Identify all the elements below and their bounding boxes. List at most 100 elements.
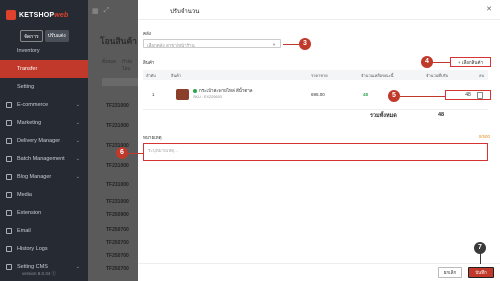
column-header: สินค้า bbox=[171, 72, 182, 78]
product-name: กระเป๋าสะพายไหล่ สีน้ำตาล bbox=[193, 87, 253, 94]
version-text: version 8.0.34 ⓒ bbox=[22, 271, 57, 276]
truck-icon bbox=[6, 138, 12, 144]
sidebar-item-label: Batch Management bbox=[17, 156, 65, 162]
table-header: ลำดับ สินค้า ราคาขาย จำนวนเหลือขณะนี้ จำ… bbox=[143, 70, 488, 80]
sidebar-item-label: Setting CMS bbox=[17, 264, 48, 270]
product-image bbox=[176, 89, 189, 100]
puzzle-icon bbox=[6, 210, 12, 216]
close-icon[interactable]: ✕ bbox=[486, 5, 492, 13]
grid-icon: ▦ bbox=[92, 8, 99, 15]
sidebar-item-marketing[interactable]: Marketing ⌄ bbox=[0, 114, 88, 132]
gear-icon bbox=[6, 264, 12, 270]
total-value: 48 bbox=[438, 112, 445, 118]
sidebar-item-label: Media bbox=[17, 192, 32, 198]
column-header: ลบ bbox=[479, 72, 484, 78]
total-label: รวมทั้งหมด bbox=[370, 113, 397, 119]
row-index: 1 bbox=[152, 92, 155, 97]
status-dot-icon bbox=[193, 88, 197, 93]
table-row[interactable]: TF250700 bbox=[106, 240, 129, 246]
product-price: 695.00 bbox=[311, 92, 325, 97]
note-textarea[interactable]: ระบุหมายเหตุ... bbox=[143, 143, 488, 161]
column-header: จำนวนเหลือขณะนี้ bbox=[361, 72, 394, 78]
table-row[interactable]: TF250700 bbox=[106, 227, 129, 233]
warehouse-select[interactable]: เลือกคลัง สาขา/หน้าร้าน ▼ bbox=[143, 39, 281, 48]
chevron-down-icon: ⌄ bbox=[75, 174, 80, 180]
logo: KETSHOPweb bbox=[0, 0, 88, 30]
product-sku: SKU : EX220693 bbox=[193, 95, 222, 99]
sidebar-item-blog-manager[interactable]: Blog Manager ⌄ bbox=[0, 168, 88, 186]
sidebar-item-label: Inventory bbox=[17, 48, 40, 54]
blog-icon bbox=[6, 174, 12, 180]
note-placeholder: ระบุหมายเหตุ... bbox=[148, 148, 178, 153]
image-icon bbox=[6, 192, 12, 198]
chevron-down-icon: ⌄ bbox=[75, 138, 80, 144]
table-row[interactable]: TF231000 bbox=[106, 123, 129, 129]
note-counter: 0/500 bbox=[478, 134, 490, 139]
logo-icon bbox=[6, 10, 16, 20]
sidebar-item-history-logs[interactable]: History Logs bbox=[0, 240, 88, 258]
sidebar-item-setting[interactable]: Setting bbox=[0, 78, 88, 96]
callout-6: 6 bbox=[116, 147, 128, 159]
expand-icon: ⤢ bbox=[103, 7, 110, 14]
column-header: ลำดับ bbox=[146, 72, 156, 78]
mode-manage-button[interactable]: จัดการ bbox=[20, 30, 43, 42]
sidebar-item-label: Delivery Manager bbox=[17, 138, 61, 144]
chevron-down-icon: ⌄ bbox=[75, 102, 80, 108]
callout-3: 3 bbox=[299, 38, 311, 50]
sidebar-item-label: E-commerce bbox=[17, 102, 49, 108]
warehouse-label: คลัง bbox=[143, 31, 151, 36]
add-product-button[interactable]: + เลือกสินค้า bbox=[450, 57, 491, 67]
mode-switch: จัดการ ปรับแต่ง bbox=[0, 30, 88, 42]
sidebar-item-transfer[interactable]: Transfer bbox=[0, 60, 88, 78]
save-button[interactable]: บันทึก bbox=[468, 267, 494, 278]
callout-5: 5 bbox=[388, 90, 400, 102]
chevron-down-icon: ▼ bbox=[272, 42, 276, 47]
table-row[interactable]: TF231000 bbox=[106, 199, 129, 205]
table-row[interactable]: TF250900 bbox=[106, 212, 129, 218]
chevron-down-icon: ⌄ bbox=[75, 120, 80, 126]
table-row[interactable]: TF231000 bbox=[106, 163, 129, 169]
search-input[interactable] bbox=[102, 78, 142, 86]
callout-7: 7 bbox=[474, 242, 486, 254]
adjust-quantity-input[interactable]: 48 bbox=[445, 90, 491, 100]
warehouse-placeholder: เลือกคลัง สาขา/หน้าร้าน bbox=[147, 43, 195, 48]
sidebar-item-label: Email bbox=[17, 228, 31, 234]
products-label: สินค้า bbox=[143, 60, 155, 65]
mail-icon bbox=[6, 228, 12, 234]
column-header: ราคาขาย bbox=[311, 72, 328, 78]
sidebar-item-delivery-manager[interactable]: Delivery Manager ⌄ bbox=[0, 132, 88, 150]
cancel-button[interactable]: ยกเลิก bbox=[438, 267, 462, 278]
table-row[interactable]: TF231000 bbox=[106, 103, 129, 109]
mode-customize-button[interactable]: ปรับแต่ง bbox=[44, 30, 69, 42]
batch-icon bbox=[6, 156, 12, 162]
sidebar-item-label: Setting bbox=[17, 84, 35, 90]
table-row[interactable]: TF231000 bbox=[106, 182, 129, 188]
sidebar: KETSHOPweb จัดการ ปรับแต่ง Inventory Tra… bbox=[0, 0, 88, 281]
modal-footer: ยกเลิก บันทึก bbox=[138, 263, 500, 281]
tab-transferring[interactable]: กำลังโอน bbox=[122, 58, 138, 72]
column-header: จำนวนที่ปรับ bbox=[426, 72, 449, 78]
sidebar-item-ecommerce[interactable]: E-commerce ⌄ bbox=[0, 96, 88, 114]
remaining-stock: 48 bbox=[363, 92, 369, 97]
sidebar-item-inventory[interactable]: Inventory bbox=[0, 42, 88, 60]
sidebar-item-label: History Logs bbox=[17, 246, 48, 252]
callout-4: 4 bbox=[421, 56, 433, 68]
callout-line bbox=[283, 44, 299, 45]
sidebar-item-batch-management[interactable]: Batch Management ⌄ bbox=[0, 150, 88, 168]
callout-line bbox=[432, 62, 450, 63]
history-icon bbox=[6, 246, 12, 252]
adjust-quantity-modal: ปรับจำนวน ✕ คลัง เลือกคลัง สาขา/หน้าร้าน… bbox=[138, 0, 500, 281]
table-row[interactable]: TF250700 bbox=[106, 266, 129, 272]
megaphone-icon bbox=[6, 120, 12, 126]
tab-all[interactable]: ทั้งหมด bbox=[102, 58, 116, 72]
table-row[interactable]: TF250700 bbox=[106, 253, 129, 259]
page-title: โอนสินค้า bbox=[100, 36, 137, 46]
sidebar-item-media[interactable]: Media bbox=[0, 186, 88, 204]
sidebar-item-label: Extension bbox=[17, 210, 42, 216]
trash-icon[interactable] bbox=[477, 92, 483, 99]
callout-line bbox=[128, 153, 144, 154]
sidebar-item-email[interactable]: Email bbox=[0, 222, 88, 240]
brand-name: KETSHOPweb bbox=[19, 11, 69, 19]
callout-line bbox=[400, 96, 445, 97]
sidebar-item-extension[interactable]: Extension bbox=[0, 204, 88, 222]
